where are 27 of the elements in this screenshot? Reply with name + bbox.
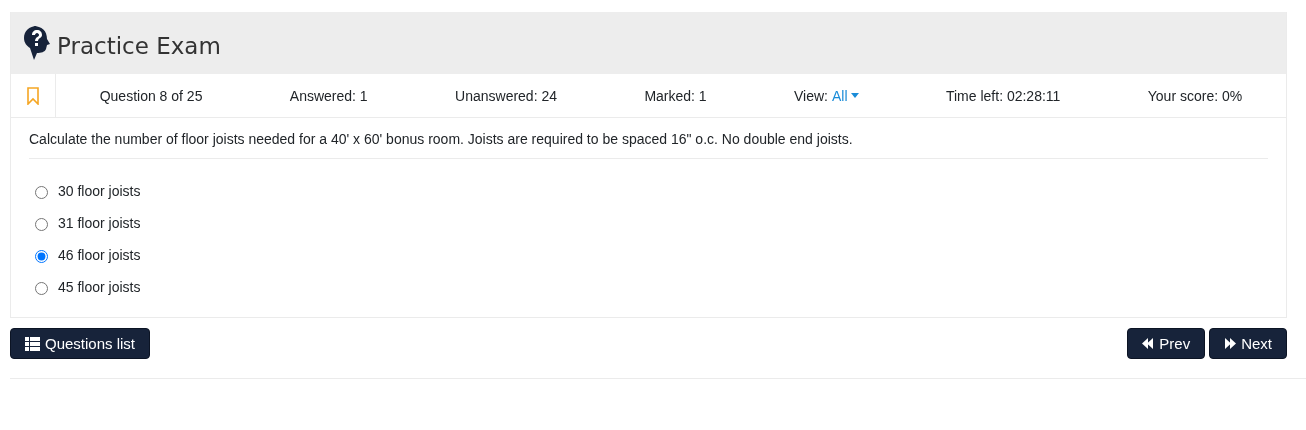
- answer-radio[interactable]: [35, 217, 48, 231]
- next-button[interactable]: Next: [1209, 328, 1287, 359]
- page-title: Practice Exam: [57, 33, 221, 59]
- answer-label[interactable]: 31 floor joists: [58, 215, 141, 231]
- bookmark-icon[interactable]: [27, 86, 39, 105]
- exam-stat: Question 8 of 25: [99, 87, 203, 104]
- answer-radio[interactable]: [35, 185, 48, 199]
- questions-list-button[interactable]: Questions list: [10, 328, 151, 359]
- exam-stat: Answered: 1: [289, 87, 368, 104]
- answer-radio[interactable]: [35, 249, 48, 263]
- table-icon: [25, 336, 40, 351]
- answer-radio[interactable]: [35, 281, 48, 295]
- answer-label[interactable]: 46 floor joists: [58, 247, 141, 263]
- exam-stat: Marked: 1: [644, 87, 707, 104]
- prev-button[interactable]: Prev: [1127, 328, 1206, 359]
- exam-stat: Unanswered: 24: [455, 87, 557, 104]
- exam-stat: Time left: 02:28:11: [945, 87, 1061, 104]
- caret-icon: [850, 93, 859, 98]
- answer-label[interactable]: 30 floor joists: [58, 183, 141, 199]
- view-filter-dropdown[interactable]: All: [832, 87, 859, 104]
- exam-stat: Your score: 0%: [1147, 87, 1243, 104]
- rewind-icon: [1142, 338, 1155, 349]
- question-text: Calculate the number of floor joists needed for a 40' x 60' bonus room. Joists are required to be spaced 16" o.c. No double end joists.: [29, 130, 1268, 159]
- fast-forward-icon: [1224, 338, 1237, 349]
- view-label: View:: [794, 87, 828, 104]
- question-head-icon: [23, 25, 51, 61]
- answer-label[interactable]: 45 floor joists: [58, 279, 141, 295]
